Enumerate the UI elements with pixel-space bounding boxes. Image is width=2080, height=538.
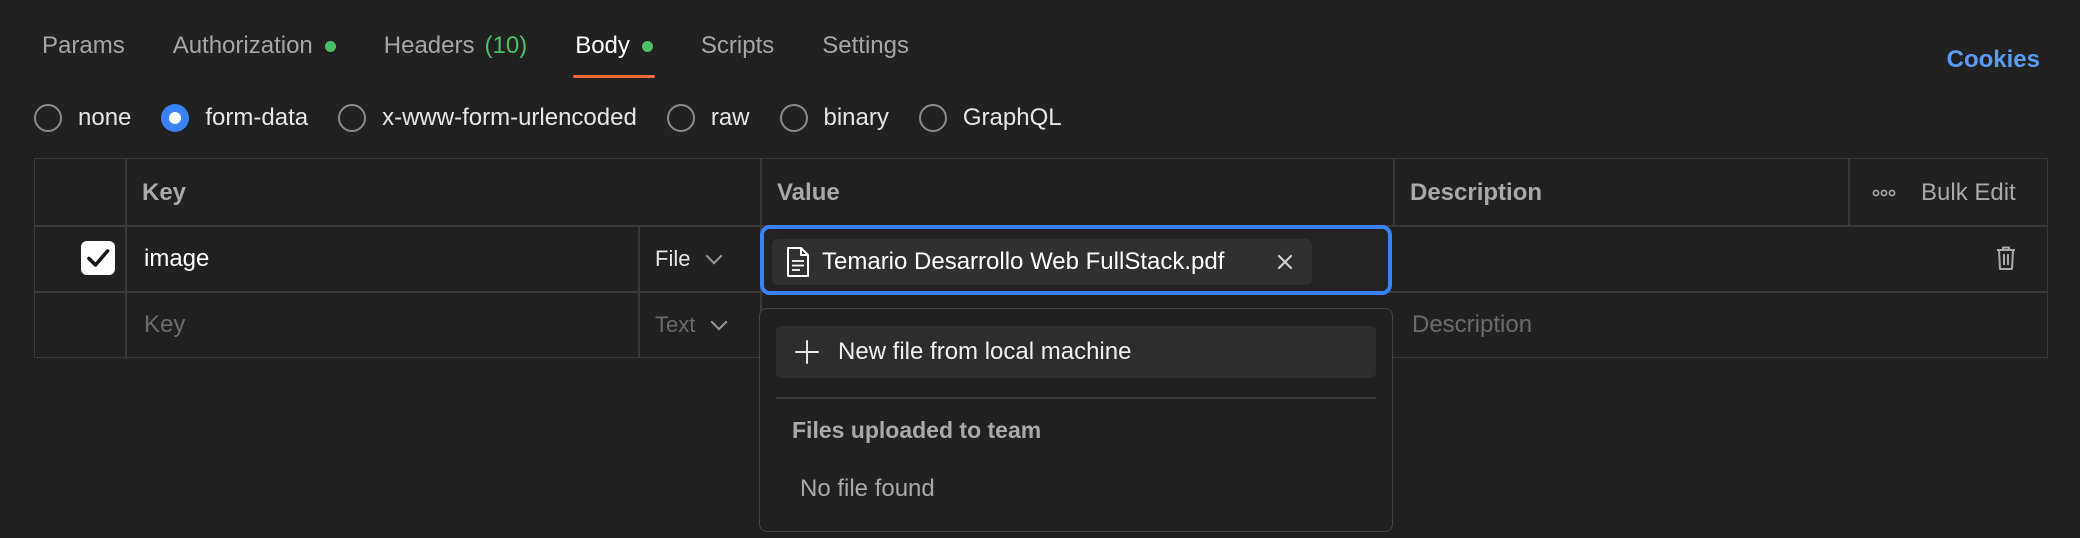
tab-body[interactable]: Body (573, 26, 655, 78)
new-file-label: New file from local machine (838, 338, 1132, 365)
tab-settings[interactable]: Settings (822, 26, 909, 66)
request-tabs: Params Authorization Headers (10) Body Sc… (42, 26, 957, 78)
radio-form-data[interactable]: form-data (161, 104, 308, 132)
new-row-type-select[interactable]: Text (655, 312, 728, 338)
file-chip[interactable]: Temario Desarrollo Web FullStack.pdf (772, 239, 1312, 285)
radio-circle (918, 104, 947, 132)
tab-scripts[interactable]: Scripts (701, 26, 774, 66)
header-value: Value (777, 179, 840, 206)
chevron-down-icon (705, 247, 723, 265)
radio-label: x-www-form-urlencoded (382, 104, 637, 131)
more-options-icon[interactable] (1872, 181, 1896, 210)
column-divider (1393, 159, 1395, 225)
radio-circle (34, 104, 62, 132)
file-name: Temario Desarrollo Web FullStack.pdf (822, 248, 1225, 275)
bulk-edit-button[interactable]: Bulk Edit (1921, 179, 2016, 207)
radio-circle (666, 104, 695, 132)
new-key-placeholder[interactable]: Key (144, 311, 185, 339)
column-divider (125, 159, 127, 359)
tab-params-label: Params (42, 32, 125, 59)
row-enabled-checkbox[interactable] (81, 241, 115, 275)
trash-icon[interactable] (1995, 245, 2017, 276)
tab-authorization[interactable]: Authorization (173, 26, 336, 66)
new-row-type-label: Text (655, 312, 696, 337)
value-file-field[interactable]: Temario Desarrollo Web FullStack.pdf (760, 225, 1392, 295)
body-type-radio-group: none form-data x-www-form-urlencoded raw… (34, 100, 1092, 136)
radio-label: binary (823, 104, 889, 131)
document-icon (787, 247, 809, 277)
radio-graphql[interactable]: GraphQL (918, 104, 1062, 132)
tab-body-label: Body (575, 32, 630, 59)
body-status-dot (641, 40, 653, 52)
tab-settings-label: Settings (822, 32, 909, 59)
header-description: Description (1410, 179, 1543, 206)
row-type-label: File (655, 246, 691, 271)
row-type-select[interactable]: File (655, 246, 723, 272)
radio-raw[interactable]: raw (666, 104, 750, 132)
team-files-heading: Files uploaded to team (792, 417, 1042, 443)
headers-count: (10) (484, 32, 528, 59)
checkmark-icon (87, 249, 110, 267)
cookies-link[interactable]: Cookies (1947, 46, 2040, 74)
tab-params[interactable]: Params (42, 26, 125, 66)
row-key[interactable]: image (144, 245, 209, 273)
close-icon[interactable] (1274, 251, 1296, 273)
radio-none[interactable]: none (34, 104, 131, 132)
new-description-placeholder[interactable]: Description (1412, 311, 1532, 339)
new-file-from-local-button[interactable]: New file from local machine (776, 326, 1376, 378)
radio-circle (338, 104, 367, 132)
file-picker-dropdown: New file from local machine Files upload… (759, 308, 1393, 532)
tab-headers[interactable]: Headers (10) (384, 26, 527, 66)
radio-label: form-data (205, 104, 309, 131)
radio-label: none (78, 104, 132, 131)
radio-x-www-form-urlencoded[interactable]: x-www-form-urlencoded (338, 104, 637, 132)
tab-authorization-label: Authorization (172, 32, 313, 59)
plus-icon (795, 340, 819, 364)
column-divider (1848, 159, 1850, 225)
radio-label: raw (710, 104, 750, 131)
radio-label: GraphQL (962, 104, 1062, 131)
tab-headers-label: Headers (383, 32, 475, 59)
tab-scripts-label: Scripts (700, 32, 775, 59)
radio-circle (161, 104, 190, 132)
radio-binary[interactable]: binary (779, 104, 889, 132)
header-key: Key (142, 179, 187, 206)
authorization-status-dot (324, 40, 336, 52)
chevron-down-icon (710, 313, 728, 331)
radio-circle (779, 104, 808, 132)
no-file-found-text: No file found (800, 475, 935, 502)
dropdown-divider (776, 397, 1376, 399)
